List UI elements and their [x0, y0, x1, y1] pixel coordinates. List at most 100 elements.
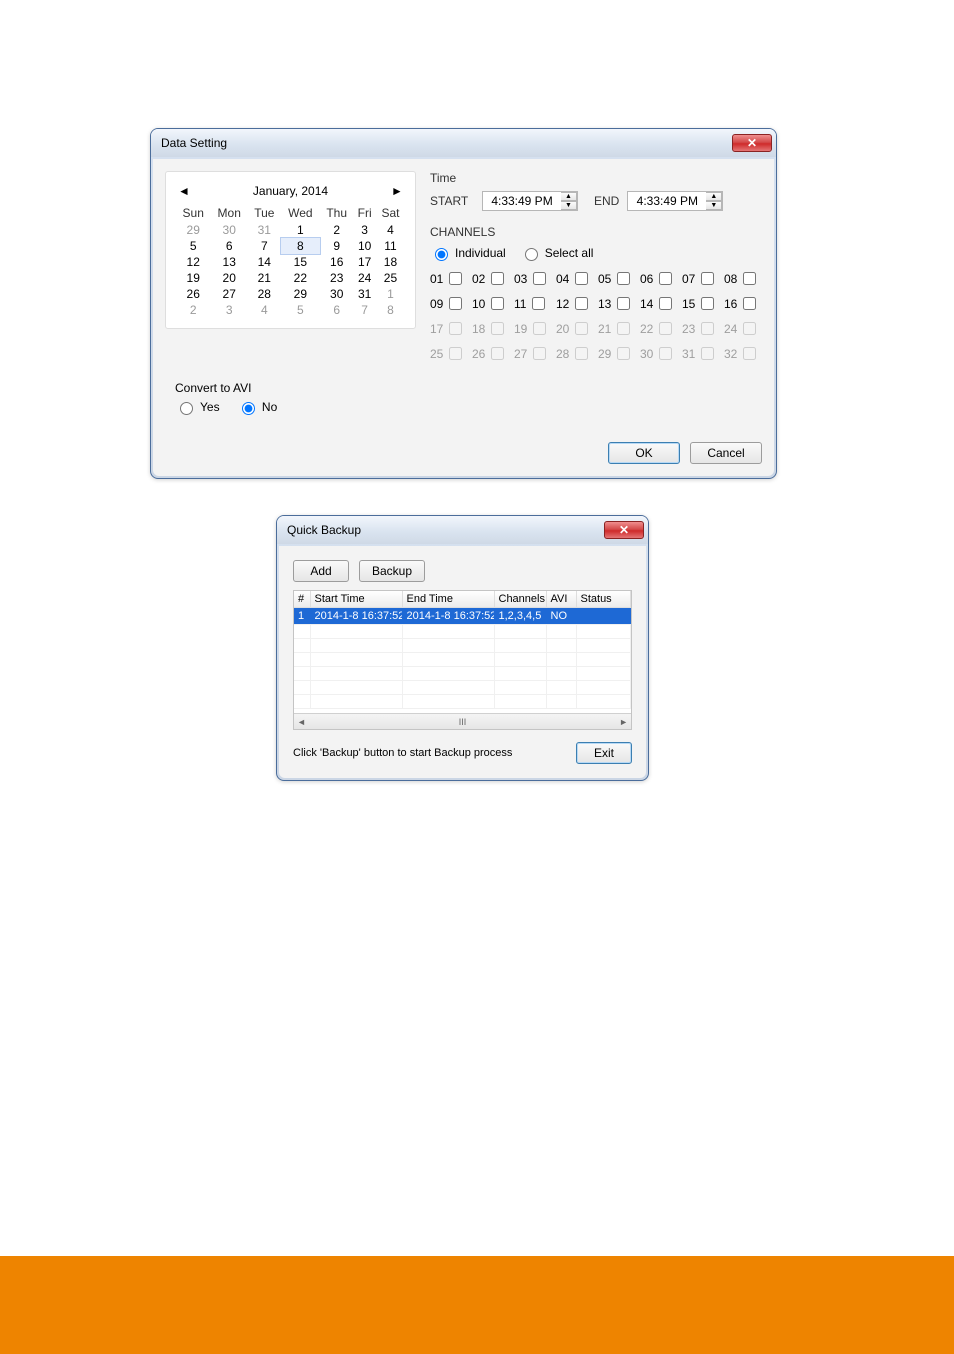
channel-10[interactable]: 10: [472, 294, 510, 313]
table-header[interactable]: #: [294, 591, 310, 608]
calendar-day[interactable]: 29: [176, 222, 210, 238]
channel-05-checkbox[interactable]: [617, 272, 630, 285]
scroll-right-icon[interactable]: ►: [619, 717, 628, 727]
calendar-next-icon[interactable]: ►: [391, 184, 403, 198]
channel-04[interactable]: 04: [556, 269, 594, 288]
calendar-day[interactable]: 2: [176, 302, 210, 318]
channel-11[interactable]: 11: [514, 294, 552, 313]
channel-08-checkbox[interactable]: [743, 272, 756, 285]
calendar-day[interactable]: 4: [248, 302, 281, 318]
close-icon[interactable]: ✕: [732, 134, 772, 152]
calendar-day[interactable]: 28: [248, 286, 281, 302]
calendar-day[interactable]: 3: [210, 302, 248, 318]
end-time-down-icon[interactable]: ▼: [706, 201, 722, 210]
start-time-down-icon[interactable]: ▼: [561, 201, 577, 210]
channel-05[interactable]: 05: [598, 269, 636, 288]
calendar-day[interactable]: 22: [281, 270, 320, 286]
table-row[interactable]: 12014-1-8 16:37:522014-1-8 16:37:521,2,3…: [294, 608, 631, 625]
channel-14-checkbox[interactable]: [659, 297, 672, 310]
channel-02-checkbox[interactable]: [491, 272, 504, 285]
start-time-input[interactable]: [483, 192, 561, 210]
calendar-day[interactable]: 9: [320, 238, 353, 254]
channel-08[interactable]: 08: [724, 269, 762, 288]
calendar-day[interactable]: 13: [210, 254, 248, 270]
calendar-day[interactable]: 30: [320, 286, 353, 302]
calendar-day[interactable]: 12: [176, 254, 210, 270]
calendar-prev-icon[interactable]: ◄: [178, 184, 190, 198]
calendar-day[interactable]: 31: [248, 222, 281, 238]
calendar-day[interactable]: 3: [353, 222, 376, 238]
calendar-day[interactable]: 26: [176, 286, 210, 302]
calendar-day[interactable]: 8: [376, 302, 405, 318]
calendar-day[interactable]: 21: [248, 270, 281, 286]
calendar-day[interactable]: 15: [281, 254, 320, 270]
scroll-left-icon[interactable]: ◄: [297, 717, 306, 727]
channel-09-checkbox[interactable]: [449, 297, 462, 310]
calendar-day[interactable]: 10: [353, 238, 376, 254]
calendar-day[interactable]: 14: [248, 254, 281, 270]
table-header[interactable]: End Time: [402, 591, 494, 608]
channel-01[interactable]: 01: [430, 269, 468, 288]
add-button[interactable]: Add: [293, 560, 349, 582]
channel-11-checkbox[interactable]: [532, 297, 545, 310]
table-header[interactable]: Channels: [494, 591, 546, 608]
channel-16[interactable]: 16: [724, 294, 762, 313]
exit-button[interactable]: Exit: [576, 742, 632, 764]
calendar-day[interactable]: 27: [210, 286, 248, 302]
channel-06-checkbox[interactable]: [659, 272, 672, 285]
cancel-button[interactable]: Cancel: [690, 442, 762, 464]
channel-07[interactable]: 07: [682, 269, 720, 288]
calendar-month-label[interactable]: January, 2014: [253, 184, 328, 198]
channel-10-checkbox[interactable]: [491, 297, 504, 310]
calendar-day[interactable]: 4: [376, 222, 405, 238]
channel-13-checkbox[interactable]: [617, 297, 630, 310]
calendar-day[interactable]: 2: [320, 222, 353, 238]
channel-15-checkbox[interactable]: [701, 297, 714, 310]
calendar-day[interactable]: 5: [281, 302, 320, 318]
calendar-day[interactable]: 11: [376, 238, 405, 254]
calendar-day[interactable]: 23: [320, 270, 353, 286]
calendar-day[interactable]: 20: [210, 270, 248, 286]
calendar-day[interactable]: 30: [210, 222, 248, 238]
calendar-day[interactable]: 7: [248, 238, 281, 254]
backup-button[interactable]: Backup: [359, 560, 425, 582]
channel-02[interactable]: 02: [472, 269, 510, 288]
mode-selectall-radio[interactable]: Select all: [520, 245, 594, 261]
calendar-day[interactable]: 5: [176, 238, 210, 254]
end-time-up-icon[interactable]: ▲: [706, 192, 722, 201]
channel-13[interactable]: 13: [598, 294, 636, 313]
channel-14[interactable]: 14: [640, 294, 678, 313]
channel-12[interactable]: 12: [556, 294, 594, 313]
calendar-day[interactable]: 1: [281, 222, 320, 238]
channel-03[interactable]: 03: [514, 269, 552, 288]
start-time-up-icon[interactable]: ▲: [561, 192, 577, 201]
calendar-day[interactable]: 17: [353, 254, 376, 270]
calendar-day[interactable]: 6: [210, 238, 248, 254]
table-header[interactable]: Status: [576, 591, 631, 608]
channel-07-checkbox[interactable]: [701, 272, 714, 285]
calendar-day[interactable]: 16: [320, 254, 353, 270]
calendar-day[interactable]: 24: [353, 270, 376, 286]
calendar-day[interactable]: 29: [281, 286, 320, 302]
convert-yes-radio[interactable]: Yes: [175, 399, 220, 415]
calendar-day[interactable]: 8: [281, 238, 320, 254]
channel-01-checkbox[interactable]: [449, 272, 462, 285]
mode-individual-radio[interactable]: Individual: [430, 245, 506, 261]
horizontal-scrollbar[interactable]: ◄ III ►: [294, 713, 631, 729]
close-icon[interactable]: ✕: [604, 521, 644, 539]
channel-09[interactable]: 09: [430, 294, 468, 313]
calendar-day[interactable]: 1: [376, 286, 405, 302]
table-header[interactable]: Start Time: [310, 591, 402, 608]
ok-button[interactable]: OK: [608, 442, 680, 464]
convert-no-radio[interactable]: No: [237, 399, 277, 415]
channel-03-checkbox[interactable]: [533, 272, 546, 285]
calendar-day[interactable]: 18: [376, 254, 405, 270]
calendar-day[interactable]: 19: [176, 270, 210, 286]
calendar-day[interactable]: 6: [320, 302, 353, 318]
channel-16-checkbox[interactable]: [743, 297, 756, 310]
calendar-day[interactable]: 31: [353, 286, 376, 302]
channel-06[interactable]: 06: [640, 269, 678, 288]
channel-04-checkbox[interactable]: [575, 272, 588, 285]
channel-15[interactable]: 15: [682, 294, 720, 313]
end-time-input[interactable]: [628, 192, 706, 210]
